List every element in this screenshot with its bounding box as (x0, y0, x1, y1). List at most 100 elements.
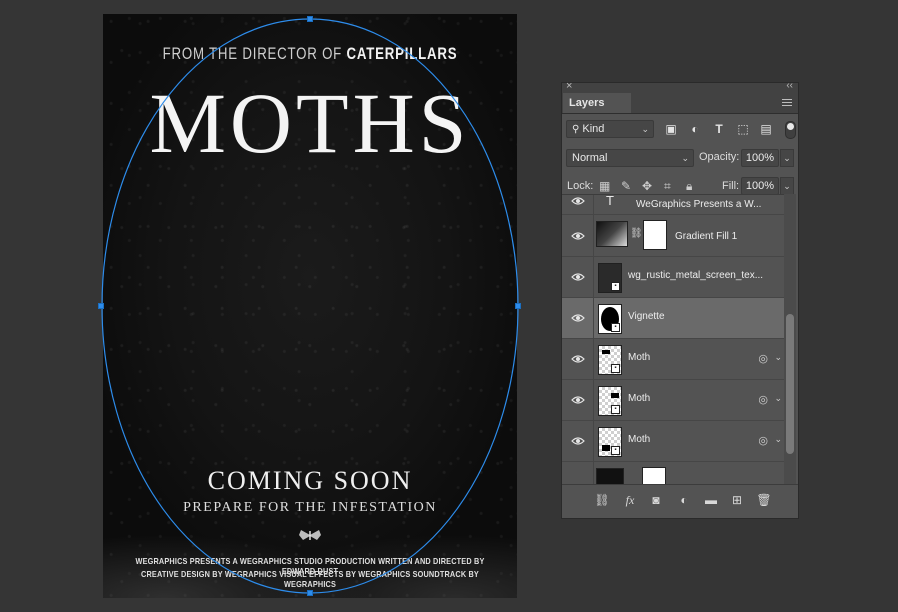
layer-name: wg_rustic_metal_screen_tex... (628, 270, 764, 281)
layers-bottom-toolbar: ⛓ fx ◙ ◐ ▬ ⊞ 🗑︎ (562, 484, 798, 518)
layer-thumbnail[interactable] (596, 468, 624, 485)
collapse-icon[interactable]: ‹‹ (786, 80, 793, 91)
blend-mode-dropdown[interactable]: Normal ⌄ (566, 149, 694, 167)
poster-canvas[interactable]: FROM THE DIRECTOR OF CATERPILLARS MOTHS … (103, 14, 517, 598)
eye-icon[interactable] (571, 313, 585, 323)
close-icon[interactable]: × (566, 80, 572, 92)
tab-layers[interactable]: Layers (563, 93, 631, 113)
panel-header: × ‹‹ (562, 80, 798, 93)
layer-row[interactable]: ▪ Moth ◎ ⌄ (562, 339, 784, 380)
layer-row[interactable]: ▪ wg_rustic_metal_screen_tex... (562, 257, 784, 298)
scrollbar-thumb[interactable] (786, 314, 794, 454)
vignette-thumbnail[interactable]: ▪ (598, 304, 622, 334)
layers-list: T WeGraphics Presents a W... ⛓ Gradient … (562, 194, 784, 485)
filter-kind-dropdown[interactable]: ⚲ Kind ⌄ (566, 120, 654, 138)
eye-icon[interactable] (571, 196, 585, 206)
lock-brush-icon[interactable]: ✎ (621, 179, 631, 193)
fill-input[interactable]: 100% (741, 177, 779, 195)
layer-name: Moth (628, 434, 651, 445)
fill-dropdown-button[interactable]: ⌄ (780, 177, 794, 195)
link-icon[interactable]: ⛓ (630, 228, 643, 239)
lock-label: Lock: (567, 180, 594, 192)
fx-icon[interactable]: fx (622, 493, 638, 507)
eye-icon[interactable] (571, 436, 585, 446)
filter-toggle[interactable] (785, 121, 796, 139)
smart-filter-icon[interactable]: ◎ (758, 434, 768, 447)
chevron-down-icon: ⌄ (681, 153, 689, 163)
prepare-text: PREPARE FOR THE INFESTATION (183, 500, 437, 515)
text-layer-icon: T (606, 194, 614, 208)
coming-soon-text: COMING SOON (207, 466, 413, 495)
smart-object-icon: ▪ (611, 323, 620, 332)
eye-icon[interactable] (571, 354, 585, 364)
opacity-input[interactable]: 100% (741, 149, 779, 167)
layer-name: Gradient Fill 1 (675, 231, 738, 242)
adjustment-layer-icon[interactable]: ◐ (676, 493, 692, 507)
chevron-down-icon[interactable]: ⌄ (774, 352, 782, 363)
layer-row[interactable]: ▪ Moth ◎ ⌄ (562, 380, 784, 421)
smart-object-icon: ▪ (611, 446, 620, 455)
opacity-dropdown-button[interactable]: ⌄ (780, 149, 794, 167)
smart-object-icon: ▪ (611, 282, 620, 291)
panel-menu-icon[interactable] (782, 97, 792, 108)
layer-row-partial[interactable] (562, 462, 784, 485)
gradient-thumbnail[interactable] (596, 221, 628, 247)
blend-mode-value: Normal (572, 152, 608, 164)
trash-icon[interactable]: 🗑︎ (756, 493, 772, 507)
opacity-label: Opacity: (699, 151, 740, 163)
poster-title: MOTHS (149, 75, 471, 171)
pixel-filter-icon[interactable]: ▣ (664, 123, 678, 135)
eye-icon[interactable] (571, 395, 585, 405)
smart-object-icon: ▪ (611, 364, 620, 373)
shape-filter-icon[interactable]: ⬚ (736, 123, 750, 135)
add-mask-icon[interactable]: ◙ (648, 493, 664, 507)
moth-thumbnail[interactable]: ▪ (598, 345, 622, 375)
layer-row-selected[interactable]: ▪ Vignette (562, 298, 784, 339)
moth-thumbnail[interactable]: ▪ (598, 386, 622, 416)
handle-bottom[interactable] (307, 590, 313, 596)
texture-thumbnail[interactable]: ▪ (598, 263, 622, 293)
lock-transparent-icon[interactable]: ▦ (599, 179, 610, 193)
eye-icon[interactable] (571, 272, 585, 282)
layer-row[interactable]: T WeGraphics Presents a W... (562, 194, 784, 215)
smart-object-filter-icon[interactable]: ▤ (759, 123, 773, 135)
credits-line-2: CREATIVE DESIGN BY WEGRAPHICS VISUAL EFF… (140, 569, 479, 589)
layer-mask-thumbnail[interactable] (642, 467, 666, 485)
layer-name: Moth (628, 352, 651, 363)
filter-kind-value: Kind (582, 123, 605, 135)
smart-filter-icon[interactable]: ◎ (758, 393, 768, 406)
layer-name: WeGraphics Presents a W... (636, 199, 762, 210)
adjustment-filter-icon[interactable]: ◐ (688, 123, 702, 135)
lock-position-icon[interactable]: ✥ (642, 179, 652, 193)
handle-top[interactable] (307, 16, 313, 22)
layer-row[interactable]: ▪ Moth ◎ ⌄ (562, 421, 784, 462)
smart-object-icon: ▪ (611, 405, 620, 414)
chevron-down-icon[interactable]: ⌄ (774, 393, 782, 404)
handle-left[interactable] (98, 303, 104, 309)
type-filter-icon[interactable]: T (712, 123, 726, 135)
moth-thumbnail[interactable]: ▪ (598, 427, 622, 457)
layers-panel: × ‹‹ Layers ⚲ Kind ⌄ ▣ ◐ T ⬚ ▤ Normal ⌄ … (561, 80, 799, 519)
eye-icon[interactable] (571, 231, 585, 241)
moth-icon (103, 528, 517, 545)
fill-label: Fill: (722, 180, 740, 192)
new-layer-icon[interactable]: ⊞ (729, 493, 745, 507)
link-layers-icon[interactable]: ⛓ (594, 493, 610, 507)
chevron-down-icon: ⌄ (641, 124, 649, 134)
tagline-prefix: FROM THE DIRECTOR OF (162, 44, 343, 63)
tagline-film: CATERPILLARS (346, 44, 458, 63)
lock-all-icon[interactable]: 🔒︎ (686, 179, 692, 194)
layers-scrollbar[interactable] (784, 194, 796, 484)
smart-filter-icon[interactable]: ◎ (758, 352, 768, 365)
handle-right[interactable] (515, 303, 521, 309)
layer-name: Moth (628, 393, 651, 404)
layer-name: Vignette (628, 311, 665, 322)
chevron-down-icon[interactable]: ⌄ (774, 434, 782, 445)
layer-row[interactable]: ⛓ Gradient Fill 1 (562, 215, 784, 257)
layer-mask-thumbnail[interactable] (643, 220, 667, 250)
lock-artboard-icon[interactable]: ⌗ (664, 179, 671, 194)
poster-tagline: FROM THE DIRECTOR OF CATERPILLARS (149, 44, 472, 64)
new-group-icon[interactable]: ▬ (703, 493, 719, 507)
panel-tabbar: Layers (562, 93, 798, 114)
search-icon: ⚲ (572, 124, 580, 135)
